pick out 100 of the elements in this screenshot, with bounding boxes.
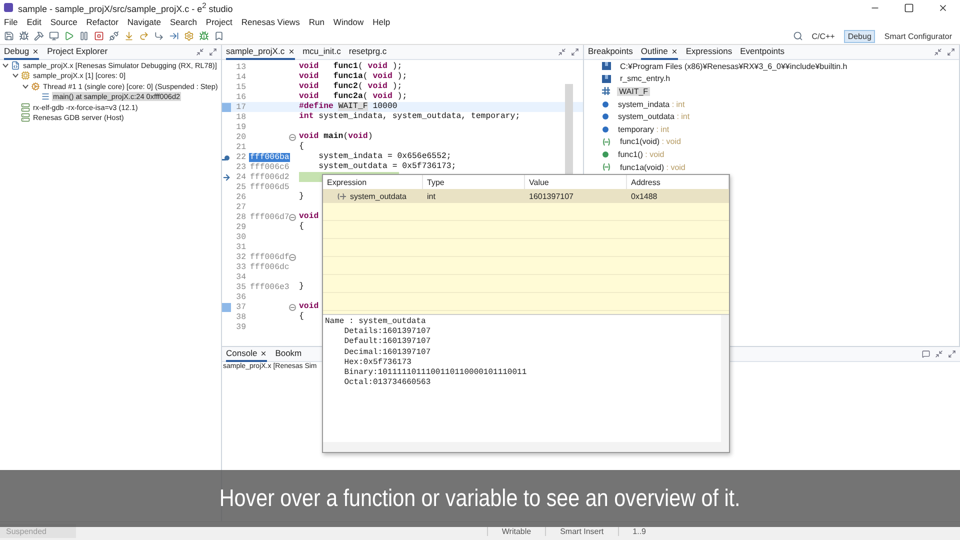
minimize-icon[interactable] [935, 350, 943, 358]
menu-item[interactable]: File [4, 16, 18, 26]
server-icon [21, 102, 30, 112]
perspective-button[interactable]: C/C++ [808, 30, 839, 42]
search-icon[interactable] [792, 31, 803, 41]
arrow-icon[interactable] [169, 31, 179, 41]
panel-tab[interactable]: Eventpoints [740, 44, 785, 60]
maximize-icon[interactable] [571, 48, 579, 56]
panel-tab[interactable]: Console [226, 346, 268, 362]
panel-tab[interactable]: Breakpoints [588, 44, 633, 60]
outline-item[interactable]: func1a(void) : void [618, 162, 688, 172]
panel-tab[interactable]: mcu_init.c [302, 44, 341, 60]
plug-icon[interactable] [109, 31, 119, 41]
fold-icon[interactable] [289, 214, 296, 220]
menu-item[interactable]: Navigate [127, 16, 161, 26]
code-line: } [299, 192, 304, 202]
line-number: 38 [235, 312, 246, 322]
close-icon[interactable] [32, 48, 40, 54]
panel-tab[interactable]: Debug [4, 44, 40, 60]
minimize-icon[interactable] [558, 48, 566, 56]
close-icon[interactable] [670, 48, 678, 54]
panel-tab[interactable]: sample_projX.c [226, 44, 295, 60]
outline-item[interactable]: system_indata : int [616, 100, 687, 109]
monitor-icon[interactable] [49, 31, 59, 41]
fold-icon[interactable] [289, 254, 296, 260]
minimize-icon[interactable] [934, 48, 942, 56]
bug-icon[interactable] [199, 31, 209, 41]
perspective-button[interactable]: Debug [844, 30, 876, 42]
address-label: fff006ba [249, 152, 290, 162]
play-icon[interactable] [64, 31, 74, 41]
column-header[interactable]: Address [627, 175, 729, 189]
outline-item[interactable]: func1() : void [616, 150, 666, 159]
scrollbar[interactable] [721, 315, 729, 442]
column-header[interactable]: Value [525, 175, 627, 189]
bug-icon[interactable] [19, 31, 29, 41]
outline-item[interactable]: r_smc_entry.h [618, 74, 672, 84]
maximize-icon[interactable] [209, 48, 217, 56]
fold-icon[interactable] [289, 134, 296, 140]
line-number: 36 [235, 292, 246, 302]
hammer-icon[interactable] [34, 31, 44, 41]
outline-item[interactable]: C:¥Program Files (x86)¥Renesas¥RX¥3_6_0¥¥include¥builtin.h [618, 62, 850, 71]
code-line: int system_indata, system_outdata, temporary; [299, 112, 520, 122]
address-label: fff006d7 [249, 212, 290, 222]
menu-item[interactable]: Refactor [86, 16, 118, 26]
close-icon[interactable] [288, 48, 295, 54]
pause-icon[interactable] [79, 31, 89, 41]
step-over-icon[interactable] [139, 31, 149, 41]
menu-item[interactable]: Search [170, 16, 197, 26]
outline-item[interactable]: func1(void) : void [618, 137, 683, 146]
header-file-icon [602, 74, 611, 83]
fold-icon[interactable] [289, 304, 296, 310]
code-line: void [299, 302, 319, 312]
step-return-icon[interactable] [154, 31, 164, 41]
close-icon[interactable] [260, 350, 268, 356]
chevron-icon[interactable] [12, 72, 19, 80]
chevron-icon[interactable] [22, 82, 29, 90]
table-cell: 0x1488 [627, 189, 729, 203]
step-into-icon[interactable] [124, 31, 134, 41]
stop-icon[interactable] [94, 31, 104, 41]
chevron-icon[interactable] [2, 62, 9, 69]
panel-tab[interactable]: Bookm [275, 346, 302, 362]
line-number: 27 [235, 202, 246, 212]
gear-icon[interactable] [184, 31, 194, 41]
menu-item[interactable]: Help [372, 16, 390, 26]
panel-tab[interactable]: Expressions [686, 44, 732, 60]
address-label: fff006d5 [249, 182, 290, 192]
menu-item[interactable]: Edit [26, 16, 42, 26]
panel-tab[interactable]: Outline [640, 44, 678, 60]
outline-item[interactable]: temporary : int [616, 124, 672, 134]
line-number: 17 [235, 102, 246, 112]
maximize-icon[interactable] [904, 2, 914, 12]
menu-item[interactable]: Project [206, 16, 232, 26]
function-prototype-icon [602, 163, 611, 172]
bookmark-icon[interactable] [214, 31, 224, 41]
menu-item[interactable]: Renesas Views [241, 16, 300, 26]
outline-item[interactable]: WAIT_F [617, 86, 650, 96]
menu-item[interactable]: Run [308, 16, 324, 26]
close-icon[interactable] [938, 2, 948, 12]
line-number: 33 [235, 262, 246, 272]
line-number: 19 [235, 122, 246, 132]
maximize-icon[interactable] [947, 48, 955, 56]
dot-icon [602, 113, 609, 120]
scrollbar[interactable] [323, 442, 729, 452]
menu-item[interactable]: Source [50, 16, 78, 26]
detail-line: Octal:013734660563 [343, 378, 431, 388]
detail-line: Name : system_outdata [325, 317, 426, 327]
console-icon[interactable] [922, 350, 930, 358]
perspective-button[interactable]: Smart Configurator [880, 30, 956, 42]
maximize-icon[interactable] [948, 350, 956, 358]
menu-item[interactable]: Window [333, 16, 364, 26]
table-cell: system_outdata [350, 192, 406, 200]
outline-item[interactable]: system_outdata : int [616, 112, 692, 122]
column-header[interactable]: Expression [323, 175, 423, 189]
save-icon[interactable] [4, 31, 14, 41]
minimize-icon[interactable] [196, 48, 204, 56]
chip-icon [21, 71, 30, 80]
gear-icon [31, 82, 40, 91]
panel-tab[interactable]: Project Explorer [47, 44, 108, 60]
column-header[interactable]: Type [423, 175, 525, 189]
panel-tab[interactable]: resetprg.c [348, 44, 387, 60]
